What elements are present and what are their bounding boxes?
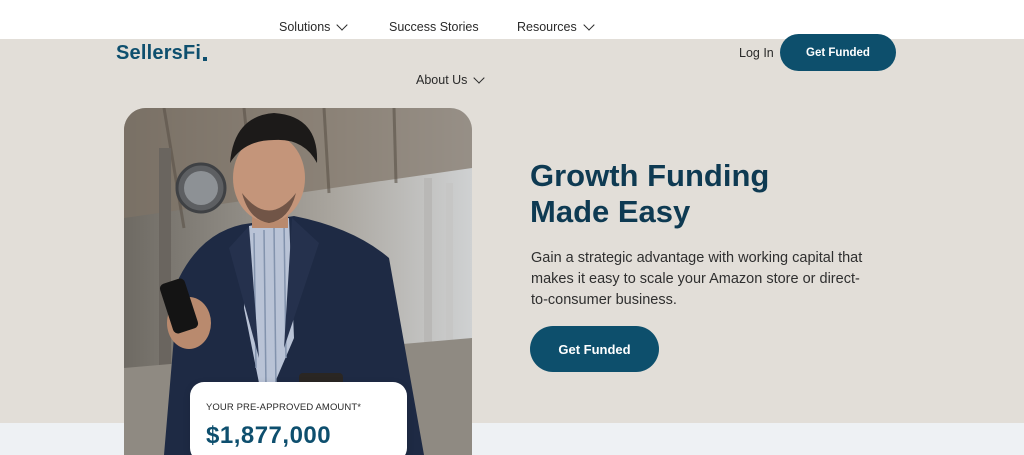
- nav-solutions[interactable]: Solutions: [279, 19, 349, 34]
- logo-text: SellersFi: [116, 42, 202, 64]
- sellersfi-logo[interactable]: SellersFi: [116, 42, 208, 65]
- nav-success-stories-label: Success Stories: [389, 20, 479, 34]
- hero-subtext: Gain a strategic advantage with working …: [531, 250, 863, 308]
- nav-success-stories[interactable]: Success Stories: [389, 20, 479, 34]
- preapproved-amount-card: YOUR PRE-APPROVED AMOUNT* $1,877,000: [190, 382, 407, 455]
- chevron-down-icon: [473, 72, 486, 84]
- nav-about-us-label: About Us: [416, 73, 468, 87]
- nav-resources[interactable]: Resources: [517, 19, 595, 34]
- nav-about-us[interactable]: About Us: [416, 72, 486, 87]
- login-link[interactable]: Log In: [739, 46, 774, 60]
- get-funded-nav-button[interactable]: Get Funded: [780, 34, 896, 71]
- nav-resources-label: Resources: [517, 20, 577, 34]
- hero-headline-line1: Growth Funding: [530, 158, 770, 193]
- hero-headline: Growth Funding Made Easy: [530, 158, 830, 230]
- chevron-down-icon: [336, 19, 349, 31]
- get-funded-hero-button[interactable]: Get Funded: [530, 326, 659, 372]
- hero-headline-line2: Made Easy: [530, 194, 691, 229]
- chevron-down-icon: [583, 19, 595, 31]
- nav-solutions-label: Solutions: [279, 20, 331, 34]
- logo-mark: [203, 56, 208, 61]
- preapproved-label: YOUR PRE-APPROVED AMOUNT*: [206, 402, 362, 413]
- preapproved-amount: $1,877,000: [206, 422, 332, 449]
